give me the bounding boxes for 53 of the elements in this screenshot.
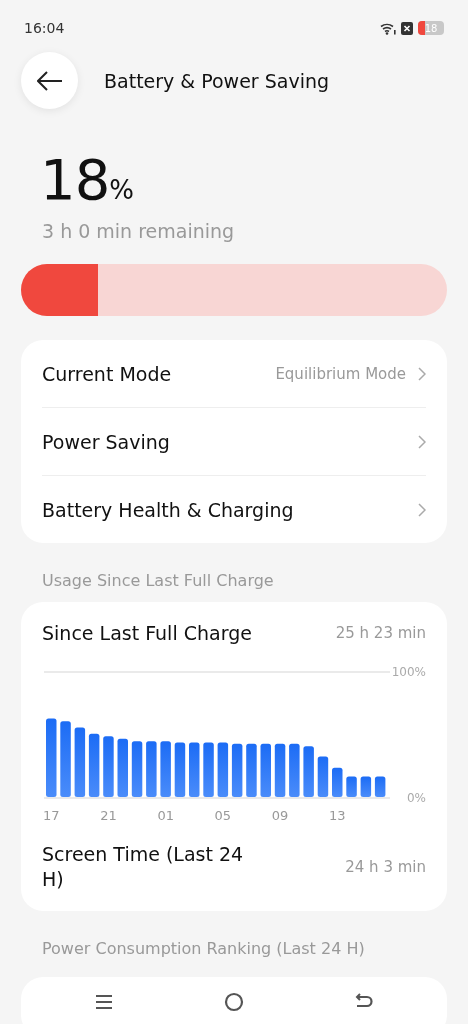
page-title: Battery & Power Saving: [104, 69, 330, 92]
screen-time-value: 24 h 3 min: [345, 857, 426, 876]
wifi-icon: [380, 21, 396, 35]
usage-bar: [174, 742, 186, 797]
usage-bar: [117, 738, 128, 797]
battery-percent: 18: [40, 147, 110, 212]
usage-bar: [246, 743, 257, 797]
usage-title: Since Last Full Charge: [42, 622, 252, 644]
screen-time-label: Screen Time (Last 24 H): [42, 842, 245, 892]
usage-bar: [289, 743, 300, 797]
usage-bar: [374, 776, 386, 797]
x-tick-label: 09: [271, 808, 289, 823]
chevron-icon: [418, 434, 426, 449]
x-tick-label: 05: [214, 808, 232, 823]
usage-bar: [160, 741, 171, 797]
settings-row[interactable]: Power Saving: [42, 408, 426, 476]
section-heading: Power Consumption Ranking (Last 24 H): [42, 939, 366, 959]
menu-icon[interactable]: [95, 994, 114, 1010]
usage-bar: [274, 743, 286, 797]
x-tick-label: 21: [100, 808, 117, 823]
back-arrow-icon: [36, 70, 63, 91]
usage-bar: [203, 742, 214, 797]
usage-bar: [74, 727, 86, 797]
usage-bar: [360, 776, 372, 797]
status-time: 16:04: [24, 20, 65, 36]
usage-bar: [217, 742, 229, 797]
section-heading: Usage Since Last Full Charge: [42, 571, 275, 590]
percent-sign: %: [109, 175, 134, 205]
usage-bar: [103, 736, 114, 797]
y-tick-label: 0%: [406, 790, 426, 805]
usage-bar: [146, 741, 157, 797]
usage-bar: [346, 776, 357, 797]
x-tick-label: 01: [157, 808, 174, 823]
y-tick-label: 100%: [391, 664, 426, 679]
usage-duration: 25 h 23 min: [335, 624, 426, 642]
usage-bar: [131, 741, 143, 797]
x-tick-label: 13: [329, 808, 346, 823]
usage-bar: [260, 743, 271, 797]
sim-blocked-icon: [401, 21, 413, 35]
usage-bar: [231, 743, 243, 797]
usage-bar: [317, 756, 329, 797]
usage-bar: [303, 746, 314, 797]
mode-value: Equilibrium Mode: [275, 364, 406, 383]
usage-bar: [189, 742, 200, 797]
home-icon[interactable]: [224, 992, 244, 1012]
usage-bar: [88, 733, 100, 797]
chevron-icon: [418, 366, 426, 381]
settings-row[interactable]: Battery Health & Charging: [42, 476, 426, 543]
chevron-icon: [418, 502, 426, 517]
usage-bar: [332, 767, 343, 797]
time-remaining: 3 h 0 min remaining: [42, 220, 236, 242]
settings-row[interactable]: Current Mode Equilibrium Mode: [42, 340, 426, 408]
x-tick-label: 17: [43, 808, 60, 823]
